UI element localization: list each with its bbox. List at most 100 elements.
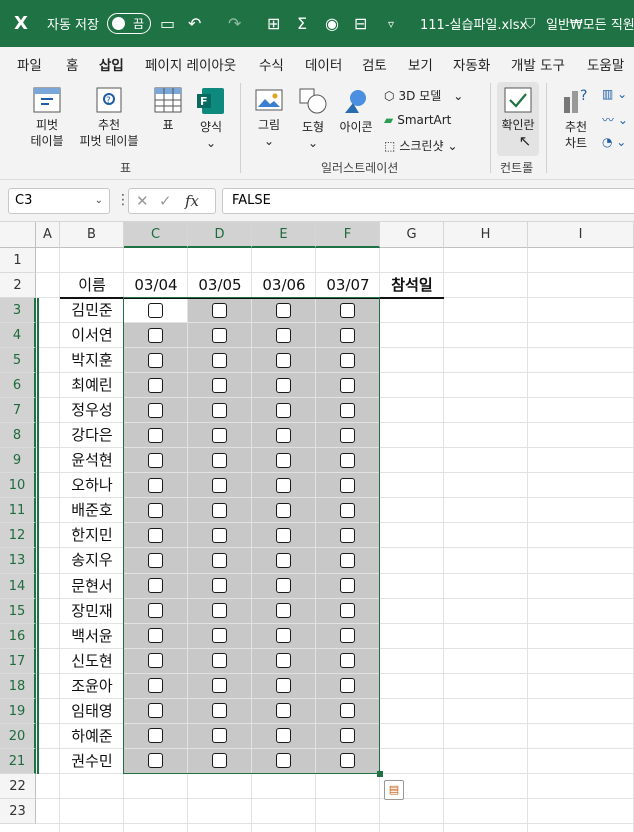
shapes-button[interactable]: 도형 ⌄ bbox=[296, 87, 330, 151]
insert-function-icon[interactable]: fx bbox=[185, 192, 199, 210]
name-cell[interactable]: 권수민 bbox=[60, 749, 124, 774]
name-cell[interactable]: 오하나 bbox=[60, 473, 124, 498]
row-header-9[interactable]: 9 bbox=[0, 448, 36, 474]
column-header-f[interactable]: F bbox=[316, 222, 380, 248]
tab-review[interactable]: 검토 bbox=[362, 54, 387, 74]
row-header-19[interactable]: 19 bbox=[0, 698, 36, 724]
tab-data[interactable]: 데이터 bbox=[305, 54, 342, 74]
name-cell[interactable]: 배준호 bbox=[60, 498, 124, 523]
border-icon[interactable]: ⊞ bbox=[267, 0, 280, 47]
forms-button[interactable]: F 양식 ⌄ bbox=[191, 87, 231, 151]
date-header-cell[interactable]: 03/05 bbox=[188, 273, 252, 298]
row-header-7[interactable]: 7 bbox=[0, 398, 36, 424]
format-icon[interactable]: ⊟ bbox=[354, 0, 367, 47]
row-header-18[interactable]: 18 bbox=[0, 673, 36, 699]
row-header-14[interactable]: 14 bbox=[0, 573, 36, 599]
undo-icon[interactable]: ↶ bbox=[188, 0, 201, 47]
smartart-button[interactable]: ▰ SmartArt bbox=[384, 113, 451, 127]
table-button[interactable]: 표 bbox=[148, 87, 188, 133]
name-cell[interactable]: 임태영 bbox=[60, 699, 124, 724]
fill-handle[interactable] bbox=[377, 770, 383, 777]
name-cell[interactable]: 김민준 bbox=[60, 298, 124, 323]
attendance-header-cell[interactable]: 참석일 bbox=[380, 273, 444, 298]
row-header-21[interactable]: 21 bbox=[0, 748, 36, 774]
autosum-icon[interactable]: Σ bbox=[297, 0, 307, 47]
redo-icon[interactable]: ↷ bbox=[228, 0, 241, 47]
name-cell[interactable]: 최예린 bbox=[60, 373, 124, 398]
recommended-pivot-button[interactable]: ? 추천 피벗 테이블 bbox=[76, 87, 142, 149]
name-cell[interactable]: 송지우 bbox=[60, 548, 124, 573]
name-cell[interactable]: 한지민 bbox=[60, 523, 124, 548]
row-header-1[interactable]: 1 bbox=[0, 248, 36, 274]
date-header-cell[interactable]: 03/06 bbox=[252, 273, 316, 298]
name-cell[interactable]: 이서연 bbox=[60, 323, 124, 348]
screenshot-button[interactable]: ⬚ 스크린샷 ⌄ bbox=[384, 137, 458, 154]
quick-analysis-icon[interactable]: ▤ bbox=[384, 779, 404, 800]
name-cell[interactable]: 신도현 bbox=[60, 649, 124, 674]
tab-view[interactable]: 보기 bbox=[408, 54, 433, 74]
row-header-20[interactable]: 20 bbox=[0, 723, 36, 749]
checkbox-button[interactable]: 확인란 ↖ bbox=[497, 87, 539, 149]
recommended-charts-button[interactable]: ? 추천 차트 bbox=[556, 87, 596, 151]
row-header-23[interactable]: 23 bbox=[0, 798, 36, 824]
column-header-a[interactable]: A bbox=[36, 222, 60, 248]
spreadsheet-grid[interactable]: A B C D E F G H I 1 2 3 4 5 6 7 8 9 10 11 12 13 14 15 16 17 18 19 20… bbox=[0, 222, 634, 832]
row-header-5[interactable]: 5 bbox=[0, 348, 36, 374]
name-cell[interactable]: 강다은 bbox=[60, 423, 124, 448]
row-header-17[interactable]: 17 bbox=[0, 648, 36, 674]
tab-insert[interactable]: 삽입 bbox=[99, 54, 124, 81]
row-header-8[interactable]: 8 bbox=[0, 423, 36, 449]
column-header-b[interactable]: B bbox=[60, 222, 124, 248]
customize-qat-icon[interactable]: ▿ bbox=[388, 0, 394, 47]
name-cell[interactable]: 장민재 bbox=[60, 599, 124, 624]
row-header-12[interactable]: 12 bbox=[0, 523, 36, 549]
column-header-e[interactable]: E bbox=[252, 222, 316, 248]
name-cell[interactable]: 하예준 bbox=[60, 724, 124, 749]
enter-icon[interactable]: ✓ bbox=[159, 192, 172, 210]
name-cell[interactable]: 정우성 bbox=[60, 398, 124, 423]
row-header-10[interactable]: 10 bbox=[0, 473, 36, 499]
autosave-toggle[interactable]: 끔 bbox=[107, 13, 151, 34]
row-header-11[interactable]: 11 bbox=[0, 498, 36, 524]
column-header-i[interactable]: I bbox=[528, 222, 634, 248]
record-icon[interactable]: ◉ bbox=[325, 0, 339, 47]
tab-automate[interactable]: 자동화 bbox=[453, 54, 490, 74]
tab-file[interactable]: 파일 bbox=[17, 54, 42, 74]
line-chart-icon[interactable]: 〰 ⌄ bbox=[602, 111, 628, 128]
date-header-cell[interactable]: 03/07 bbox=[316, 273, 380, 298]
column-header-g[interactable]: G bbox=[380, 222, 444, 248]
select-all-corner[interactable] bbox=[0, 222, 36, 248]
name-cell[interactable]: 윤석현 bbox=[60, 448, 124, 473]
save-icon[interactable]: ▭ bbox=[160, 0, 175, 47]
pie-chart-icon[interactable]: ◔ ⌄ bbox=[602, 135, 626, 149]
name-cell[interactable]: 문현서 bbox=[60, 574, 124, 599]
column-header-d[interactable]: D bbox=[188, 222, 252, 248]
column-header-h[interactable]: H bbox=[444, 222, 528, 248]
icons-button[interactable]: 아이콘 bbox=[336, 87, 376, 135]
row-header-22[interactable]: 22 bbox=[0, 773, 36, 799]
pictures-button[interactable]: 그림 ⌄ bbox=[252, 87, 286, 149]
row-header-13[interactable]: 13 bbox=[0, 548, 36, 574]
row-header-16[interactable]: 16 bbox=[0, 623, 36, 649]
sensitivity-label[interactable]: 일반₩모든 직원( bbox=[546, 0, 634, 47]
date-header-cell[interactable]: 03/04 bbox=[124, 273, 188, 298]
row-header-4[interactable]: 4 bbox=[0, 323, 36, 349]
tab-formulas[interactable]: 수식 bbox=[259, 54, 284, 74]
cancel-icon[interactable]: ✕ bbox=[136, 192, 149, 210]
bar-chart-icon[interactable]: ▥ ⌄ bbox=[602, 87, 627, 101]
row-header-6[interactable]: 6 bbox=[0, 373, 36, 399]
column-header-c[interactable]: C bbox=[124, 222, 188, 248]
formula-input[interactable]: FALSE bbox=[222, 188, 634, 214]
row-header-2[interactable]: 2 bbox=[0, 273, 36, 299]
name-header-cell[interactable]: 이름 bbox=[60, 273, 124, 298]
name-cell[interactable]: 백서윤 bbox=[60, 624, 124, 649]
pivot-table-button[interactable]: 피벗 테이블 bbox=[22, 87, 72, 149]
row-header-15[interactable]: 15 bbox=[0, 598, 36, 624]
tab-help[interactable]: 도움말 bbox=[587, 54, 624, 74]
name-cell[interactable]: 조윤아 bbox=[60, 674, 124, 699]
tab-developer[interactable]: 개발 도구 bbox=[511, 54, 565, 74]
tab-page-layout[interactable]: 페이지 레이아웃 bbox=[145, 54, 236, 74]
row-header-3[interactable]: 3 bbox=[0, 298, 36, 324]
tab-home[interactable]: 홈 bbox=[66, 54, 78, 74]
name-box[interactable]: C3 ⌄ bbox=[8, 188, 110, 214]
